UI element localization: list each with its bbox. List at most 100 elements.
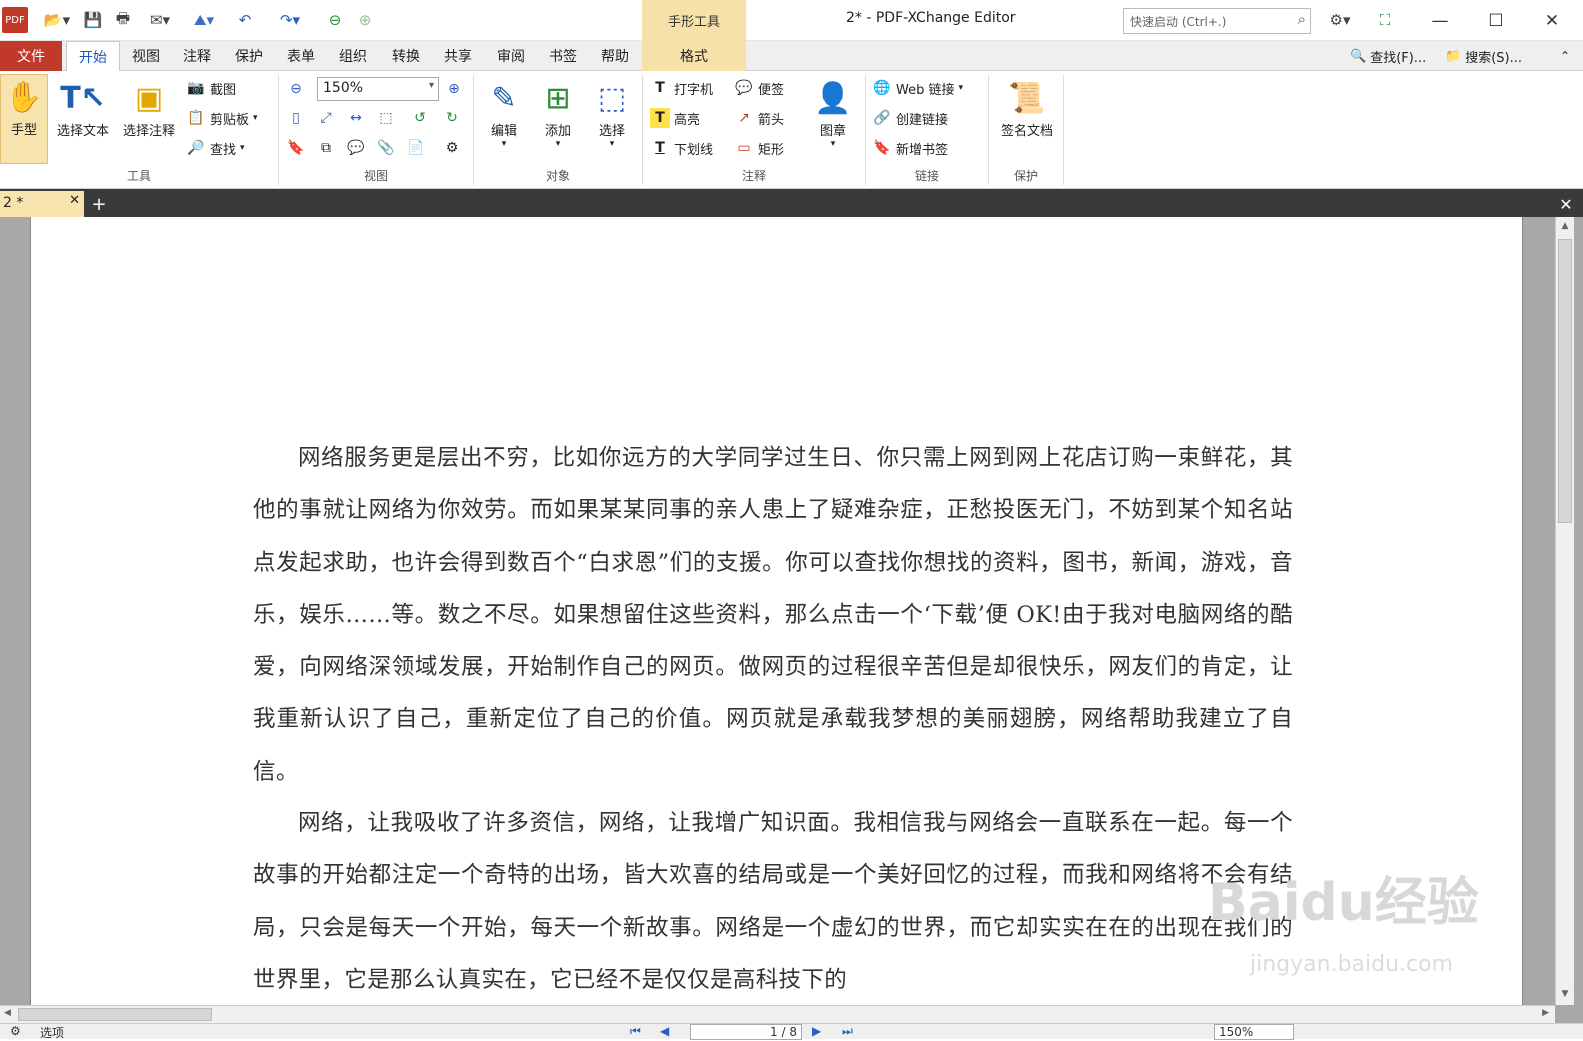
scroll-up-icon[interactable]: ▲: [1558, 221, 1572, 233]
document-tab[interactable]: 2 * ✕: [0, 191, 84, 217]
tab-comment[interactable]: 注释: [172, 41, 222, 71]
select-object-button[interactable]: ⬚ 选择 ▾: [586, 76, 638, 150]
fit-visible-icon[interactable]: ⬚: [376, 108, 396, 128]
scroll-right-icon[interactable]: ▶: [1542, 1008, 1549, 1018]
properties-panel-icon[interactable]: 📄: [406, 138, 426, 158]
vertical-scroll-thumb[interactable]: [1558, 239, 1572, 523]
close-document-icon[interactable]: ✕: [1554, 193, 1578, 215]
prev-page-icon[interactable]: ◀: [660, 1024, 669, 1038]
scroll-down-icon[interactable]: ▼: [1558, 989, 1572, 1001]
text-cursor-icon: T↖: [60, 80, 106, 116]
sticky-note-icon: 💬: [735, 80, 753, 96]
back-icon[interactable]: ⊖: [322, 7, 348, 33]
comments-panel-icon[interactable]: 💬: [346, 138, 366, 158]
edit-button[interactable]: ✎ 编辑 ▾: [478, 76, 530, 150]
create-link-button[interactable]: 🔗 创建链接: [872, 106, 948, 130]
redo-icon[interactable]: ↷▾: [270, 7, 310, 33]
select-text-button[interactable]: T↖ 选择文本: [52, 76, 114, 140]
last-page-icon[interactable]: ⏭: [842, 1024, 853, 1039]
tab-home[interactable]: 开始: [66, 41, 120, 71]
tab-view[interactable]: 视图: [122, 41, 170, 71]
bookmarks-panel-icon[interactable]: 🔖: [286, 138, 306, 158]
options-gear-icon[interactable]: ⚙: [10, 1024, 21, 1038]
highlight-button[interactable]: T 高亮: [650, 106, 700, 130]
settings-panel-icon[interactable]: ⚙: [442, 138, 462, 158]
collapse-ribbon-icon[interactable]: ⌃: [1560, 44, 1570, 68]
email-icon[interactable]: ✉▾: [140, 7, 180, 33]
chevron-down-icon: ▾: [253, 113, 258, 123]
first-page-icon[interactable]: ⏮: [630, 1024, 641, 1039]
file-tab[interactable]: 文件: [0, 41, 62, 71]
tab-bookmarks[interactable]: 书签: [538, 41, 588, 71]
find-button[interactable]: 🔍 查找(F)...: [1350, 44, 1426, 68]
page-number-input[interactable]: 1 / 8: [690, 1024, 802, 1040]
zoom-select[interactable]: 150% ▾: [317, 77, 439, 101]
web-links-button[interactable]: 🌐 Web 链接 ▾: [872, 76, 963, 100]
rectangle-button[interactable]: ▭ 矩形: [734, 136, 784, 160]
select-annotation-button[interactable]: ▣ 选择注释: [118, 76, 180, 140]
tab-help[interactable]: 帮助: [590, 41, 640, 71]
maximize-button[interactable]: ☐: [1468, 0, 1524, 41]
group-label-objects: 对象: [545, 169, 570, 183]
scan-icon[interactable]: ⛰▾: [184, 7, 224, 33]
settings-icon[interactable]: ⚙▾: [1322, 7, 1358, 33]
stamp-button[interactable]: 👤 图章 ▾: [808, 76, 858, 150]
typewriter-icon: T: [655, 80, 665, 96]
add-button[interactable]: ⊞ 添加 ▾: [532, 76, 584, 150]
context-header: 手形工具: [642, 0, 746, 41]
options-label[interactable]: 选项: [40, 1024, 64, 1041]
status-bar: ⚙ 选项 ⏮ ◀ 1 / 8 ▶ ⏭ 150%: [0, 1023, 1583, 1041]
fullscreen-icon[interactable]: ⛶: [1372, 7, 1398, 33]
globe-icon: 🌐: [873, 80, 891, 96]
underline-button[interactable]: T 下划线: [650, 136, 713, 160]
sticky-note-button[interactable]: 💬 便签: [734, 76, 784, 100]
search-button[interactable]: 📁 搜索(S)...: [1445, 44, 1522, 68]
close-tab-icon[interactable]: ✕: [69, 193, 80, 208]
quick-launch-input[interactable]: 快速启动 (Ctrl+.) ⌕: [1123, 8, 1311, 34]
thumbnails-panel-icon[interactable]: ⧉: [316, 138, 336, 158]
clipboard-button[interactable]: 📋 剪贴板 ▾: [186, 106, 258, 130]
tab-organize[interactable]: 组织: [328, 41, 378, 71]
close-button[interactable]: ✕: [1524, 0, 1580, 41]
stamp-icon: 👤: [814, 80, 852, 116]
fit-page-icon[interactable]: ⤢: [316, 108, 336, 128]
arrow-button[interactable]: ↗ 箭头: [734, 106, 784, 130]
hand-tool-button[interactable]: ✋ 手型: [0, 74, 48, 164]
horizontal-scroll-thumb[interactable]: [18, 1008, 212, 1021]
print-icon[interactable]: 🖶: [110, 7, 136, 33]
new-tab-icon[interactable]: +: [88, 191, 110, 217]
add-label: 添加: [544, 124, 571, 139]
attachments-panel-icon[interactable]: 📎: [376, 138, 396, 158]
vertical-scrollbar[interactable]: ▲ ▼: [1555, 217, 1574, 1005]
find-label: 查找(F)...: [1370, 50, 1427, 66]
tab-review[interactable]: 审阅: [486, 41, 536, 71]
typewriter-button[interactable]: T 打字机: [650, 76, 713, 100]
tab-share[interactable]: 共享: [433, 41, 483, 71]
actual-size-icon[interactable]: ▯: [286, 108, 306, 128]
fit-width-icon[interactable]: ↔: [346, 108, 366, 128]
minimize-button[interactable]: —: [1412, 0, 1468, 41]
undo-icon[interactable]: ↶: [232, 7, 258, 33]
status-zoom-select[interactable]: 150%: [1214, 1024, 1294, 1040]
add-bookmark-button[interactable]: 🔖 新增书签: [872, 136, 948, 160]
tab-form[interactable]: 表单: [276, 41, 326, 71]
find-tool-button[interactable]: 🔎 查找 ▾: [186, 136, 244, 160]
open-folder-icon[interactable]: 📂▾: [38, 7, 76, 33]
zoom-out-icon[interactable]: ⊖: [286, 79, 306, 99]
rotate-right-icon[interactable]: ↻: [442, 108, 462, 128]
certificate-icon: 📜: [1008, 80, 1046, 116]
zoom-in-icon[interactable]: ⊕: [444, 79, 464, 99]
stamp-label: 图章: [819, 124, 846, 139]
save-icon[interactable]: 💾: [80, 7, 106, 33]
scroll-left-icon[interactable]: ◀: [4, 1008, 11, 1018]
next-page-icon[interactable]: ▶: [812, 1024, 821, 1038]
sign-document-button[interactable]: 📜 签名文档: [994, 76, 1060, 140]
snapshot-button[interactable]: 📷 截图: [186, 76, 236, 100]
chevron-down-icon: ▾: [958, 83, 964, 93]
forward-icon[interactable]: ⊕: [352, 7, 378, 33]
rotate-left-icon[interactable]: ↺: [410, 108, 430, 128]
tab-convert[interactable]: 转换: [380, 41, 432, 71]
tab-format[interactable]: 格式: [642, 41, 746, 71]
horizontal-scrollbar[interactable]: ◀ ▶: [0, 1005, 1555, 1023]
tab-protect[interactable]: 保护: [224, 41, 274, 71]
